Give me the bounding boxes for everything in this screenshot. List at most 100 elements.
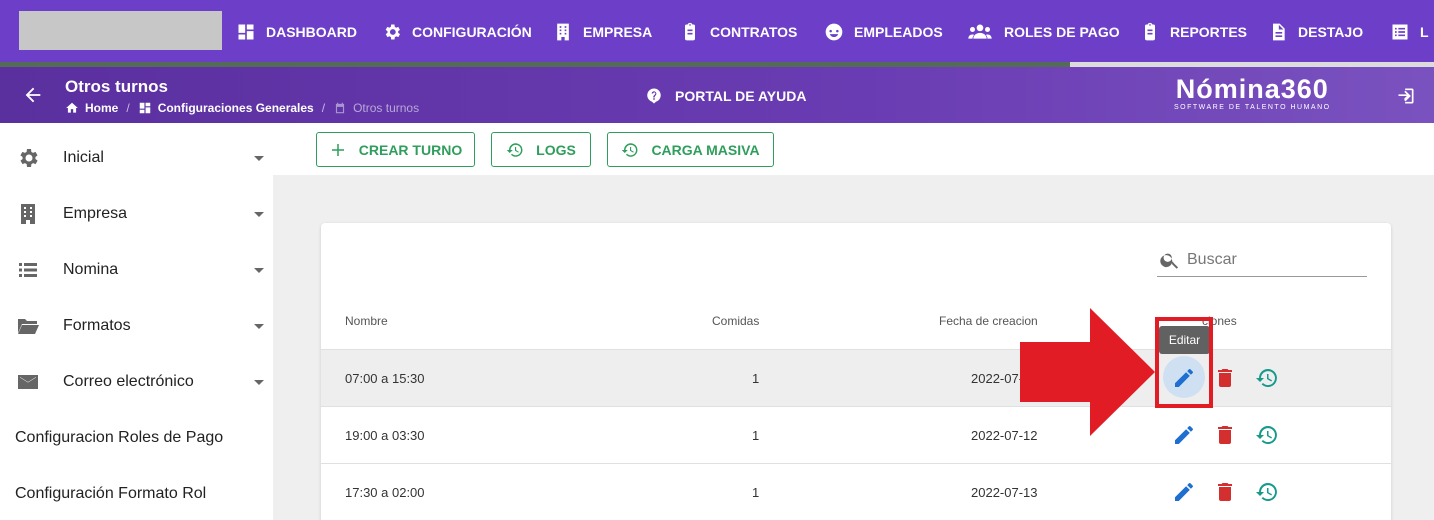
sidebar-item-label: Nomina	[63, 261, 119, 278]
sidebar-item-inicial[interactable]: Inicial	[0, 130, 273, 186]
cell-comidas: 1	[752, 371, 760, 386]
help-portal-link[interactable]: PORTAL DE AYUDA	[645, 87, 806, 105]
brand-name: Nómina360	[1175, 74, 1329, 104]
mail-icon	[18, 375, 38, 389]
face-icon	[825, 23, 843, 41]
annotation-arrow-icon	[1020, 308, 1155, 436]
table-row: 19:00 a 03:30 1 2022-07-12	[321, 406, 1391, 463]
history-icon[interactable]	[1255, 480, 1279, 504]
nav-truncated[interactable]: L	[1390, 21, 1429, 43]
nav-configuracion[interactable]: CONFIGURACIÓN	[382, 21, 532, 43]
sidebar-item-label: Inicial	[63, 149, 104, 166]
sidebar-item-label: Empresa	[63, 205, 128, 222]
sidebar-item-nomina[interactable]: Nomina	[0, 242, 273, 298]
main-content: CREAR TURNO LOGS CARGA MASIVA Nombre Com…	[273, 123, 1434, 520]
nav-label: REPORTES	[1170, 24, 1248, 40]
bulk-upload-label: CARGA MASIVA	[651, 141, 760, 158]
sidebar-item-empresa[interactable]: Empresa	[0, 186, 273, 242]
brand-logo: Nómina360 SOFTWARE DE TALENTO HUMANO	[1174, 75, 1331, 111]
breadcrumb: Home / Configuraciones Generales / Otros…	[65, 101, 419, 115]
help-portal-label: PORTAL DE AYUDA	[675, 88, 807, 104]
dashboard-icon	[139, 102, 150, 114]
nav-contratos[interactable]: CONTRATOS	[680, 21, 797, 43]
top-navbar: DASHBOARD CONFIGURACIÓN EMPRESA CONTRATO…	[0, 0, 1434, 62]
brand-tagline: SOFTWARE DE TALENTO HUMANO	[1174, 104, 1331, 111]
search-input[interactable]	[1187, 250, 1357, 269]
clipboard-icon	[685, 22, 695, 41]
history-icon[interactable]	[1255, 423, 1279, 447]
page-header: Otros turnos Home / Configuraciones Gene…	[0, 67, 1434, 123]
nav-dashboard[interactable]: DASHBOARD	[236, 21, 357, 43]
breadcrumb-configuraciones[interactable]: Configuraciones Generales	[158, 101, 314, 115]
column-header-comidas[interactable]: Comidas	[712, 314, 759, 328]
list-icon	[1392, 24, 1408, 40]
chevron-down-icon	[254, 267, 264, 273]
nav-label: CONTRATOS	[710, 24, 798, 40]
sidebar-item-formatos[interactable]: Formatos	[0, 298, 273, 354]
gear-icon	[20, 149, 38, 167]
nav-label: CONFIGURACIÓN	[412, 24, 532, 40]
chevron-down-icon	[254, 211, 264, 217]
edit-pencil-icon[interactable]	[1172, 480, 1196, 504]
column-header-nombre[interactable]: Nombre	[345, 314, 388, 328]
building-icon	[557, 23, 569, 41]
sidebar-item-label: Formatos	[63, 317, 131, 334]
sidebar-item-config-roles[interactable]: Configuracion Roles de Pago	[0, 410, 273, 466]
cell-fecha: 2022-07-13	[971, 485, 1038, 500]
nav-empresa[interactable]: EMPRESA	[553, 21, 652, 43]
create-shift-button[interactable]: CREAR TURNO	[316, 132, 475, 167]
bulk-upload-button[interactable]: CARGA MASIVA	[607, 132, 774, 167]
history-icon[interactable]	[1255, 366, 1279, 390]
list-icon	[19, 263, 37, 277]
cell-comidas: 1	[752, 485, 760, 500]
nav-label: L	[1420, 24, 1429, 40]
delete-trash-icon[interactable]	[1213, 423, 1237, 447]
chevron-down-icon	[254, 379, 264, 385]
nav-label: EMPRESA	[583, 24, 653, 40]
clipboard-list-icon	[1145, 22, 1155, 41]
chevron-down-icon	[254, 323, 264, 329]
create-shift-label: CREAR TURNO	[358, 141, 463, 158]
group-icon	[968, 24, 992, 39]
breadcrumb-home[interactable]: Home	[85, 101, 118, 115]
nav-roles-de-pago[interactable]: ROLES DE PAGO	[966, 21, 1120, 43]
annotation-highlight-box	[1155, 317, 1213, 408]
back-arrow-icon[interactable]	[22, 84, 44, 106]
help-bubble-icon	[647, 88, 661, 104]
delete-trash-icon[interactable]	[1213, 366, 1237, 390]
sidebar-item-correo[interactable]: Correo electrónico	[0, 354, 273, 410]
company-logo-placeholder	[19, 11, 222, 50]
nav-empleados[interactable]: EMPLEADOS	[824, 21, 943, 43]
search-field[interactable]	[1157, 243, 1367, 277]
search-icon	[1160, 253, 1179, 269]
edit-pencil-icon[interactable]	[1172, 423, 1196, 447]
dashboard-icon	[238, 24, 254, 40]
sidebar-item-label: Correo electrónico	[63, 373, 194, 390]
breadcrumb-separator: /	[126, 101, 130, 115]
logs-label: LOGS	[536, 141, 576, 158]
delete-trash-icon[interactable]	[1213, 480, 1237, 504]
sidebar: Inicial Empresa Nomina Formatos Correo e…	[0, 123, 273, 520]
document-icon	[1273, 23, 1285, 41]
breadcrumb-current: Otros turnos	[353, 101, 420, 115]
nav-reportes[interactable]: REPORTES	[1140, 21, 1247, 43]
sidebar-item-label: Configuración Formato Rol	[15, 485, 207, 502]
nav-destajo[interactable]: DESTAJO	[1268, 21, 1363, 43]
nav-label: DESTAJO	[1298, 24, 1364, 40]
history-icon	[622, 142, 638, 157]
cell-nombre: 17:30 a 02:00	[345, 485, 425, 500]
calendar-icon	[335, 102, 345, 114]
plus-icon	[331, 143, 344, 156]
nav-label: EMPLEADOS	[854, 24, 943, 40]
sidebar-item-config-formato[interactable]: Configuración Formato Rol	[0, 466, 273, 520]
nav-label: ROLES DE PAGO	[1004, 24, 1120, 40]
home-icon	[66, 102, 78, 113]
building-icon	[21, 204, 35, 224]
table-row: 07:00 a 15:30 1 2022-07-	[321, 349, 1391, 406]
logout-icon[interactable]	[1396, 86, 1416, 106]
cell-fecha: 2022-07-	[971, 371, 1024, 386]
logs-button[interactable]: LOGS	[491, 132, 591, 167]
cell-comidas: 1	[752, 428, 760, 443]
gear-icon	[385, 24, 400, 40]
breadcrumb-separator: /	[321, 101, 326, 115]
